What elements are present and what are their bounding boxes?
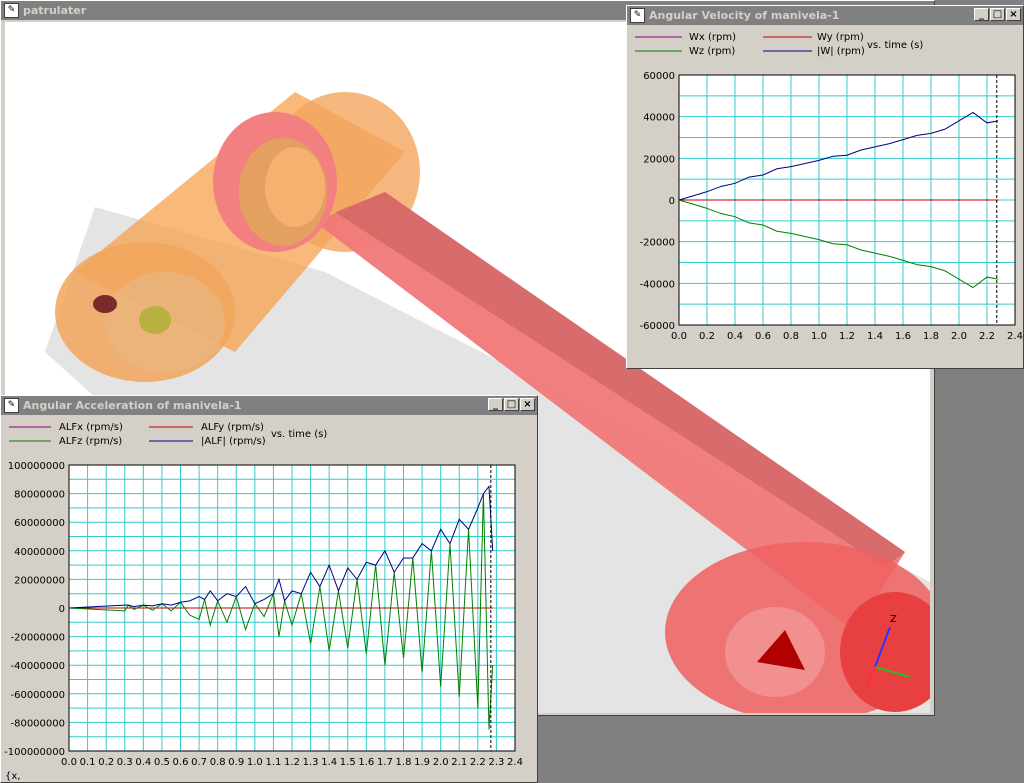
acceleration-window-titlebar[interactable]: ✎ Angular Acceleration of manivela-1 _ □…: [1, 396, 537, 415]
x-tick-label: 0.0: [671, 331, 687, 342]
x-tick-label: 2.3: [488, 757, 504, 768]
legend-label-alfy: ALFy (rpm/s): [201, 422, 264, 433]
y-tick-label: 60000: [643, 71, 675, 82]
rod-eye-top-hole-inner: [265, 147, 325, 227]
x-tick-label: 0.9: [228, 757, 244, 768]
x-tick-label: 2.4: [1007, 331, 1023, 342]
x-tick-label: 0.6: [173, 757, 189, 768]
x-tick-label: 1.2: [284, 757, 300, 768]
y-tick-label: 60000000: [14, 518, 65, 529]
maximize-button[interactable]: □: [990, 8, 1005, 21]
x-tick-label: 1.3: [303, 757, 319, 768]
y-tick-label: 0: [669, 196, 675, 207]
x-tick-label: 0.8: [783, 331, 799, 342]
legend-vs-label: vs. time (s): [867, 40, 923, 51]
app-icon: ✎: [4, 3, 19, 18]
x-tick-label: 1.8: [923, 331, 939, 342]
x-tick-label: 1.6: [895, 331, 911, 342]
acceleration-window[interactable]: ✎ Angular Acceleration of manivela-1 _ □…: [0, 395, 538, 783]
legend-label-wy: Wy (rpm): [817, 32, 864, 43]
x-tick-label: 1.0: [247, 757, 263, 768]
y-tick-label: -60000000: [10, 690, 65, 701]
velocity-chart: Wx (rpm) Wy (rpm) Wz (rpm) |W| (rpm) vs.…: [635, 32, 1023, 342]
pin-left: [139, 306, 171, 334]
x-tick-label: 1.8: [396, 757, 412, 768]
minimize-button[interactable]: _: [488, 398, 503, 411]
x-tick-label: 0.6: [755, 331, 771, 342]
acceleration-chart: ALFx (rpm/s) ALFy (rpm/s) ALFz (rpm/s) |…: [4, 422, 523, 768]
y-tick-label: -60000: [640, 321, 675, 332]
y-tick-label: -40000000: [10, 661, 65, 672]
app-icon: ✎: [4, 398, 19, 413]
x-tick-label: 0.3: [117, 757, 133, 768]
x-tick-label: 0.1: [80, 757, 96, 768]
y-tick-label: 20000000: [14, 575, 65, 586]
x-tick-label: 2.4: [507, 757, 523, 768]
x-tick-label: 2.1: [451, 757, 467, 768]
x-tick-label: 1.0: [811, 331, 827, 342]
legend-label-alf: |ALF| (rpm/s): [201, 436, 266, 447]
y-tick-label: 0: [59, 604, 65, 615]
legend-label-wx: Wx (rpm): [689, 32, 736, 43]
y-tick-label: 40000000: [14, 547, 65, 558]
x-tick-label: 0.4: [135, 757, 151, 768]
y-tick-label: -80000000: [10, 718, 65, 729]
main-window-title: patrulater: [23, 4, 87, 17]
x-tick-label: 0.5: [154, 757, 170, 768]
y-tick-label: 40000: [643, 113, 675, 124]
x-tick-label: 0.2: [699, 331, 715, 342]
axis-z-label: Z: [890, 614, 897, 625]
maximize-button[interactable]: □: [504, 398, 519, 411]
status-text: {x,: [5, 771, 21, 782]
x-tick-label: 0.4: [727, 331, 743, 342]
x-tick-label: 1.5: [340, 757, 356, 768]
x-tick-label: 1.2: [839, 331, 855, 342]
velocity-window-title: Angular Velocity of manivela-1: [649, 9, 840, 22]
y-tick-label: -40000: [640, 279, 675, 290]
x-tick-label: 0.0: [61, 757, 77, 768]
x-tick-label: 1.4: [867, 331, 883, 342]
x-tick-label: 1.1: [265, 757, 281, 768]
x-tick-label: 2.2: [470, 757, 486, 768]
legend-label-alfx: ALFx (rpm/s): [59, 422, 123, 433]
legend-vs-label: vs. time (s): [271, 429, 327, 440]
y-tick-label: 80000000: [14, 490, 65, 501]
y-tick-label: -100000000: [4, 747, 65, 758]
acceleration-window-title: Angular Acceleration of manivela-1: [23, 399, 242, 412]
y-tick-label: -20000: [640, 238, 675, 249]
app-icon: ✎: [630, 8, 645, 23]
x-tick-label: 1.4: [321, 757, 337, 768]
x-tick-label: 0.7: [191, 757, 207, 768]
x-tick-label: 0.8: [210, 757, 226, 768]
legend-label-w: |W| (rpm): [817, 46, 865, 57]
x-tick-label: 1.6: [358, 757, 374, 768]
legend-label-wz: Wz (rpm): [689, 46, 735, 57]
x-tick-label: 2.0: [951, 331, 967, 342]
x-tick-label: 1.9: [414, 757, 430, 768]
minimize-button[interactable]: _: [974, 8, 989, 21]
velocity-window-titlebar[interactable]: ✎ Angular Velocity of manivela-1 _ □ ×: [627, 6, 1023, 25]
x-tick-label: 0.2: [98, 757, 114, 768]
velocity-window[interactable]: ✎ Angular Velocity of manivela-1 _ □ × W…: [626, 5, 1024, 369]
y-tick-label: 100000000: [8, 461, 65, 472]
close-button[interactable]: ×: [1006, 8, 1021, 21]
close-button[interactable]: ×: [520, 398, 535, 411]
y-tick-label: -20000000: [10, 633, 65, 644]
legend-label-alfz: ALFz (rpm/s): [59, 436, 122, 447]
x-tick-label: 2.0: [433, 757, 449, 768]
y-tick-label: 20000: [643, 154, 675, 165]
x-tick-label: 1.7: [377, 757, 393, 768]
x-tick-label: 2.2: [979, 331, 995, 342]
small-red-ring: [93, 295, 117, 313]
